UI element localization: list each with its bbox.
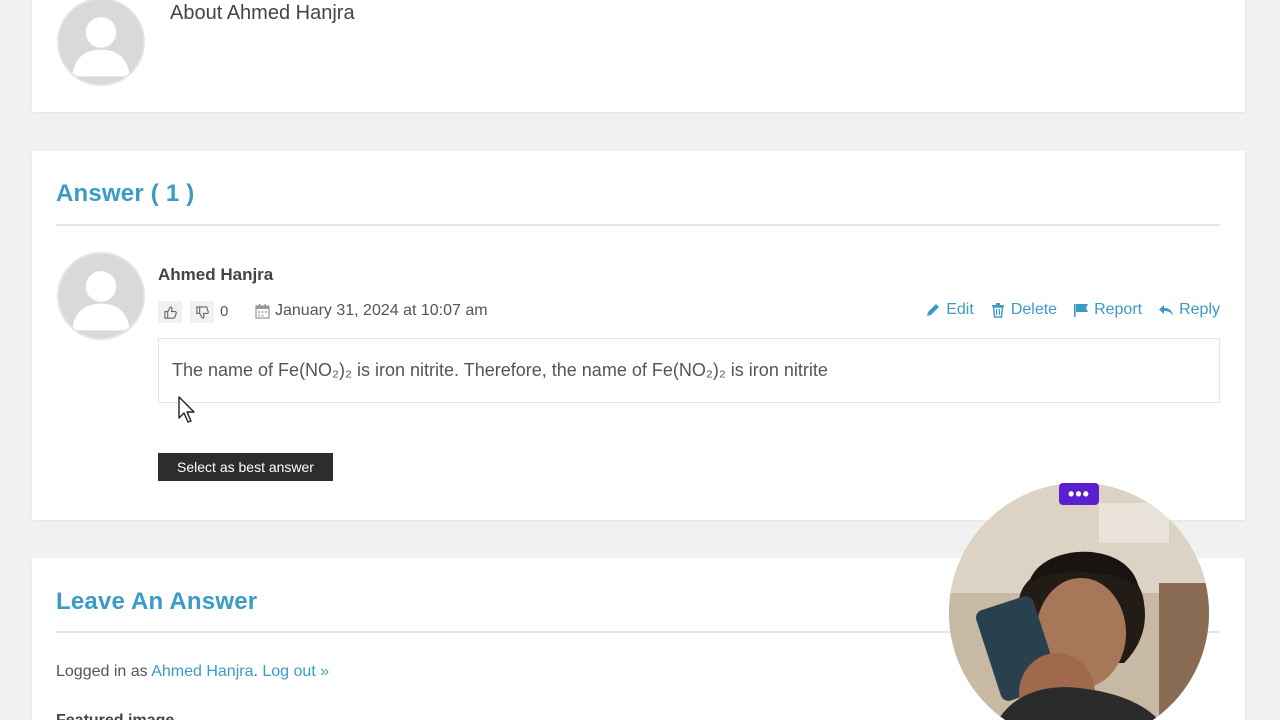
thumbs-up-icon	[163, 305, 177, 319]
downvote-button[interactable]	[190, 301, 214, 323]
report-label: Report	[1094, 301, 1143, 318]
trash-icon	[991, 303, 1004, 318]
report-link[interactable]: Report	[1073, 301, 1142, 319]
answer-content: The name of Fe(NO₂)₂ is iron nitrite. Th…	[158, 338, 1220, 403]
about-author-card: About Ahmed Hanjra	[32, 0, 1245, 112]
featured-image-label: Featured image	[56, 712, 174, 720]
calendar-icon	[255, 304, 270, 319]
logged-in-prefix: Logged in as	[56, 663, 152, 680]
vote-count: 0	[220, 303, 229, 320]
mouse-cursor-icon	[178, 396, 195, 423]
delete-label: Delete	[1010, 301, 1058, 318]
reply-link[interactable]: Reply	[1158, 301, 1220, 319]
pencil-icon	[927, 304, 940, 316]
answer-author-name[interactable]: Ahmed Hanjra	[158, 265, 273, 285]
divider	[56, 224, 1220, 226]
answers-section: Answer ( 1 ) Ahmed Hanjra 0 January 31, …	[32, 151, 1245, 520]
delete-link[interactable]: Delete	[990, 301, 1057, 319]
thumbs-down-icon	[195, 305, 209, 319]
edit-label: Edit	[946, 301, 974, 318]
leave-answer-heading: Leave An Answer	[56, 588, 258, 615]
user-profile-link[interactable]: Ahmed Hanjra	[151, 663, 253, 680]
logged-in-notice: Logged in as Ahmed Hanjra. Log out »	[56, 663, 329, 681]
reply-label: Reply	[1179, 301, 1220, 318]
about-title: About Ahmed Hanjra	[170, 2, 355, 24]
default-avatar-icon	[59, 254, 143, 338]
answer-author-avatar[interactable]	[57, 252, 145, 340]
answer-date: January 31, 2024 at 10:07 am	[275, 302, 488, 319]
flag-icon	[1074, 304, 1089, 317]
logout-link[interactable]: Log out »	[262, 663, 329, 680]
webcam-options-button[interactable]: •••	[1059, 483, 1099, 505]
reply-icon	[1159, 305, 1174, 316]
answer-actions: Edit Delete Report Reply	[925, 301, 1220, 319]
answers-heading: Answer ( 1 )	[56, 180, 195, 207]
select-best-answer-button[interactable]: Select as best answer	[158, 453, 333, 481]
upvote-button[interactable]	[158, 301, 182, 323]
edit-link[interactable]: Edit	[925, 301, 974, 319]
default-avatar-icon	[59, 0, 143, 84]
author-avatar	[57, 0, 145, 86]
